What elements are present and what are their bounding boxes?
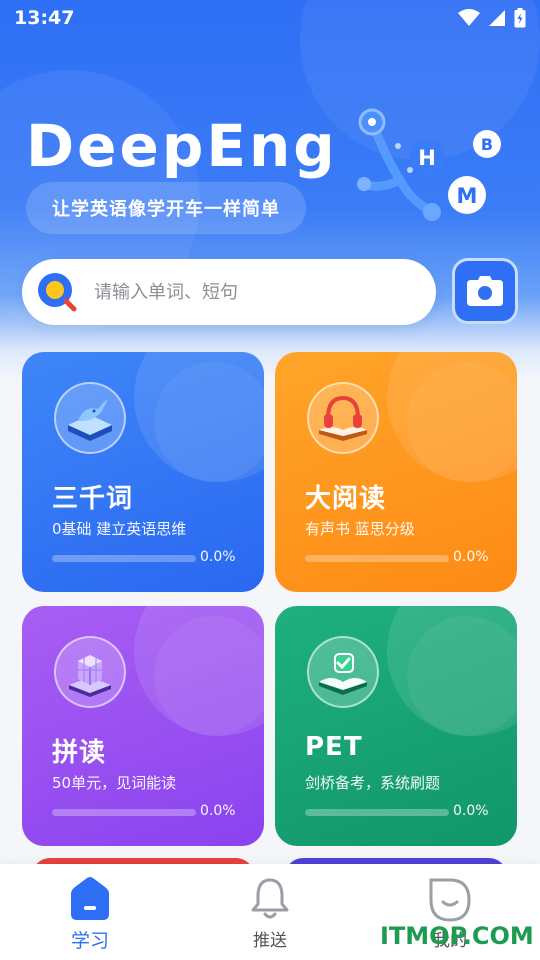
svg-text:H: H	[418, 146, 436, 170]
watermark: ITMOP.COM	[380, 922, 534, 950]
headphones-book-icon	[307, 382, 379, 454]
battery-icon	[514, 8, 526, 28]
progress-text: 0.0%	[453, 803, 489, 819]
card-subtitle: 50单元，见词能读	[52, 774, 177, 792]
search-icon	[38, 273, 77, 312]
status-time: 13:47	[14, 7, 75, 29]
progress-bar	[52, 555, 196, 562]
tab-label: 推送	[253, 931, 287, 951]
signal-icon	[489, 10, 505, 26]
svg-text:M: M	[457, 184, 478, 208]
molecule-decoration: H B M	[357, 108, 501, 221]
progress-bar	[305, 555, 449, 562]
card-title: 拼读	[52, 738, 107, 768]
tab-push[interactable]: 推送	[195, 864, 345, 960]
letter-m-bubble: M	[448, 176, 486, 214]
status-icons	[458, 8, 526, 28]
svg-text:B: B	[481, 135, 493, 154]
progress-bar	[52, 809, 196, 816]
course-card-big-reading[interactable]: 大阅读 有声书 蓝思分级 0.0%	[275, 352, 517, 592]
card-subtitle: 0基础 建立英语思维	[52, 520, 187, 538]
course-card-phonics[interactable]: 拼读 50单元，见词能读 0.0%	[22, 606, 264, 846]
progress-text: 0.0%	[200, 803, 236, 819]
whale-book-icon	[54, 382, 126, 454]
course-card-3000-words[interactable]: 三千词 0基础 建立英语思维 0.0%	[22, 352, 264, 592]
slogan: 让学英语像学开车一样简单	[26, 182, 306, 234]
card-subtitle: 有声书 蓝思分级	[305, 520, 415, 538]
camera-button[interactable]	[452, 258, 518, 324]
home-icon	[71, 877, 109, 920]
bell-icon	[251, 878, 289, 919]
tab-label: 学习	[70, 930, 109, 952]
card-title: 大阅读	[305, 484, 387, 514]
progress-text: 0.0%	[453, 549, 489, 565]
course-card-pet[interactable]: PET 剑桥备考，系统刷题 0.0%	[275, 606, 517, 846]
tab-study[interactable]: 学习	[15, 864, 165, 960]
card-title: PET	[305, 732, 363, 762]
search-input[interactable]	[94, 281, 394, 303]
camera-icon	[467, 276, 503, 306]
letter-b-bubble: B	[473, 130, 501, 158]
profile-icon	[429, 878, 471, 922]
progress-bar	[305, 809, 449, 816]
status-bar: 13:47	[0, 0, 540, 36]
app-logo: DeepEng	[26, 112, 338, 180]
progress-text: 0.0%	[200, 549, 236, 565]
card-subtitle: 剑桥备考，系统刷题	[305, 774, 441, 792]
check-book-icon	[307, 636, 379, 708]
card-title: 三千词	[52, 484, 134, 514]
search-bar[interactable]	[22, 259, 436, 325]
letter-h-bubble: H	[409, 139, 445, 175]
wifi-icon	[458, 9, 480, 26]
cube-book-icon	[54, 636, 126, 708]
